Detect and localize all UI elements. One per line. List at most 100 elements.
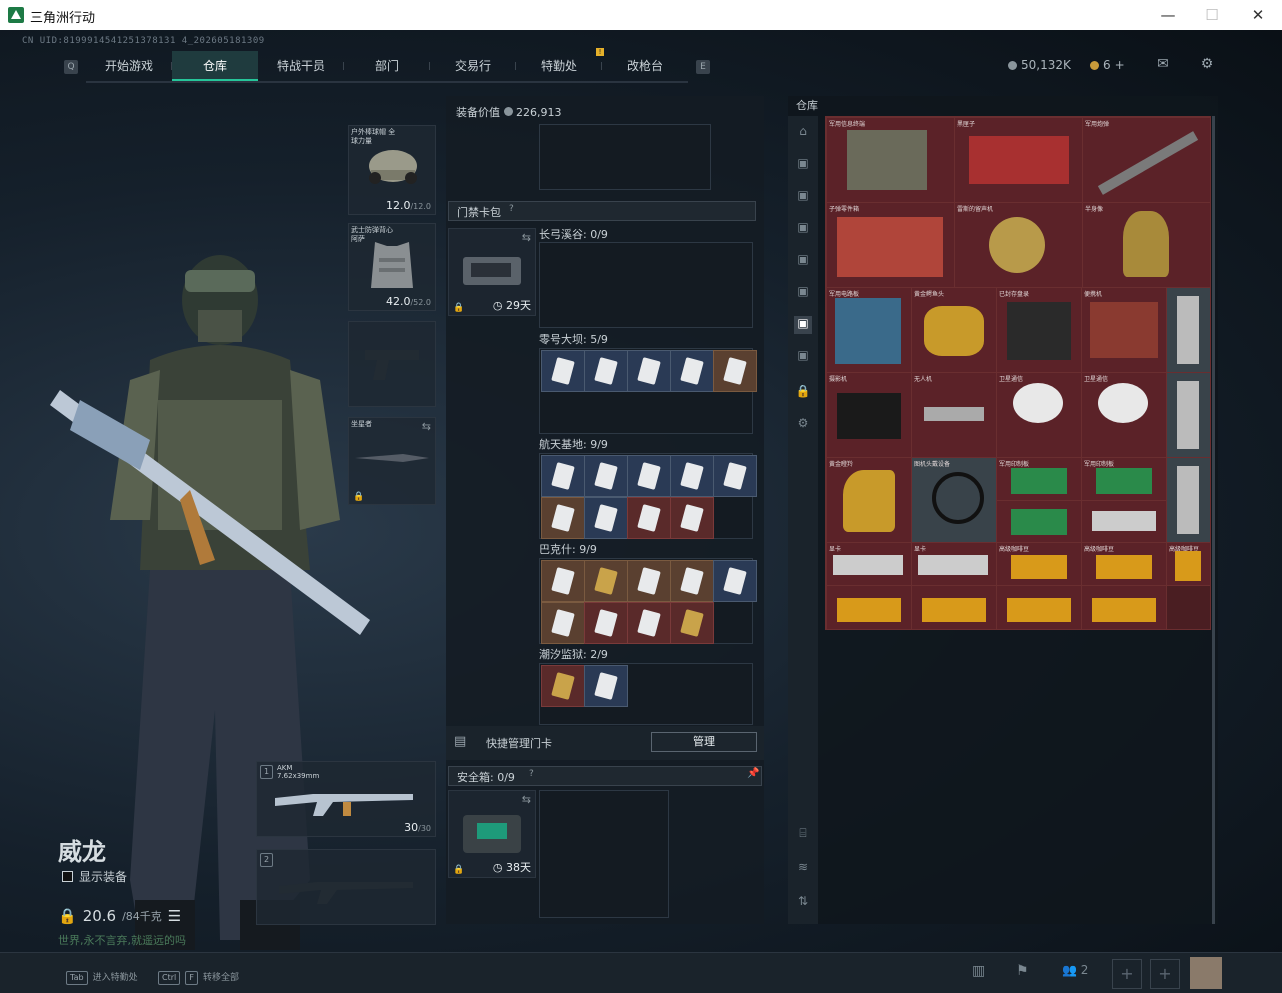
armor-slot[interactable]: 武士防弹背心 阿萨 42.0/52.0 bbox=[348, 223, 436, 311]
keycard-grid-dam[interactable] bbox=[539, 348, 757, 434]
warehouse-item[interactable]: 黑匣子 bbox=[954, 117, 1083, 203]
nav-prev-key[interactable]: Q bbox=[64, 60, 78, 74]
keycard-item[interactable] bbox=[584, 455, 628, 497]
warehouse-item[interactable] bbox=[996, 585, 1082, 630]
category-icon[interactable]: ▣ bbox=[794, 252, 812, 270]
keycard-item[interactable] bbox=[670, 497, 714, 539]
swap-icon[interactable]: ⇆ bbox=[522, 793, 531, 806]
warehouse-scrollbar[interactable] bbox=[1212, 116, 1215, 924]
pistol-slot[interactable] bbox=[348, 321, 436, 407]
tidy-icon[interactable]: ⇅ bbox=[794, 894, 812, 912]
nav-next-key[interactable]: E bbox=[696, 60, 710, 74]
keycard-item[interactable] bbox=[541, 602, 585, 644]
melee-slot[interactable]: 坐星者 ⇆ 🔒 bbox=[348, 417, 436, 505]
hint-enter-special-ops[interactable]: Tab 进入特勤处 bbox=[66, 965, 138, 985]
keycard-item[interactable] bbox=[541, 455, 585, 497]
keycard-grid-valley[interactable] bbox=[539, 242, 753, 328]
warehouse-item[interactable] bbox=[1166, 287, 1211, 373]
minimize-button[interactable]: — bbox=[1153, 4, 1183, 26]
warehouse-item[interactable] bbox=[826, 585, 912, 630]
keycard-item[interactable] bbox=[541, 560, 585, 602]
warehouse-item[interactable]: 卫星通信 bbox=[996, 372, 1082, 458]
warehouse-item[interactable]: 黄金瞪羚 bbox=[826, 457, 912, 543]
warehouse-item[interactable]: 高级咖啡豆 bbox=[1081, 542, 1167, 586]
keycard-grid-spacebase[interactable] bbox=[539, 453, 757, 539]
settings-gear-icon[interactable]: ⚙ bbox=[1198, 56, 1216, 72]
keycard-item[interactable] bbox=[627, 602, 671, 644]
keycard-item[interactable] bbox=[627, 455, 671, 497]
warehouse-item[interactable]: 已封存盘录 bbox=[996, 287, 1082, 373]
tab-warehouse[interactable]: 仓库 bbox=[172, 51, 258, 81]
warehouse-item[interactable]: 军用炮弹 bbox=[1082, 117, 1211, 203]
squad-icon[interactable]: 👥 2 bbox=[1062, 963, 1088, 977]
keycard-grid-bakhsh[interactable] bbox=[539, 558, 757, 644]
warehouse-item[interactable]: 军用信息终端 bbox=[826, 117, 955, 203]
warehouse-item[interactable]: 军用印制板 bbox=[996, 457, 1082, 501]
keycard-item[interactable] bbox=[627, 497, 671, 539]
warehouse-item[interactable]: 雷斯的留声机 bbox=[954, 202, 1083, 288]
keycard-item[interactable] bbox=[713, 560, 757, 602]
sort-icon[interactable]: ⌸ bbox=[794, 826, 812, 844]
category-icon[interactable]: ▣ bbox=[794, 220, 812, 238]
keycard-item[interactable] bbox=[713, 455, 757, 497]
warehouse-item[interactable]: 高级咖啡豆 bbox=[996, 542, 1082, 586]
manage-button[interactable]: 管理 bbox=[651, 732, 757, 752]
avatar[interactable] bbox=[1190, 957, 1222, 989]
keycard-item[interactable] bbox=[627, 350, 671, 392]
warehouse-item[interactable]: 子弹零件箱 bbox=[826, 202, 955, 288]
warehouse-item[interactable]: 摄影机 bbox=[826, 372, 912, 458]
warehouse-item[interactable]: 军用电路板 bbox=[826, 287, 912, 373]
keycard-item[interactable] bbox=[541, 350, 585, 392]
warehouse-item[interactable] bbox=[1081, 500, 1167, 543]
keycard-item[interactable] bbox=[627, 560, 671, 602]
lock-icon[interactable]: 🔒 bbox=[794, 384, 812, 402]
warehouse-item[interactable]: 无人机 bbox=[911, 372, 997, 458]
category-icon[interactable]: ▣ bbox=[794, 348, 812, 366]
warehouse-item[interactable] bbox=[1166, 457, 1211, 543]
flag-icon[interactable]: ⚑ bbox=[1016, 963, 1029, 979]
keycard-item[interactable] bbox=[584, 350, 628, 392]
category-icon[interactable]: ▣ bbox=[794, 188, 812, 206]
keycard-item[interactable] bbox=[584, 497, 628, 539]
add-teammate-button[interactable]: + bbox=[1150, 959, 1180, 989]
warehouse-item[interactable]: 显卡 bbox=[826, 542, 912, 586]
warehouse-item-grid[interactable]: 军用信息终端 黑匣子 军用炮弹 子弹零件箱 雷斯的留声机 半身像 军用电路板 黄… bbox=[825, 116, 1211, 630]
close-button[interactable]: ✕ bbox=[1243, 4, 1273, 26]
swap-icon[interactable]: ⇆ bbox=[522, 231, 531, 244]
primary-weapon-slot[interactable]: 1 AKM 7.62x39mm 30/30 bbox=[256, 761, 436, 837]
swap-icon[interactable]: ⇆ bbox=[422, 420, 431, 433]
tab-special-ops[interactable]: 特勤处 bbox=[516, 51, 602, 81]
warehouse-item[interactable]: 军用印制板 bbox=[1081, 457, 1167, 501]
hint-transfer-all[interactable]: Ctrl F 转移全部 bbox=[158, 965, 239, 985]
help-icon[interactable]: ? bbox=[509, 204, 514, 214]
warehouse-item[interactable]: 黄金鳄鱼头 bbox=[911, 287, 997, 373]
category-icon[interactable]: ▣ bbox=[794, 156, 812, 174]
keycard-item[interactable] bbox=[670, 455, 714, 497]
keycard-item[interactable] bbox=[670, 560, 714, 602]
secondary-weapon-slot[interactable]: 2 bbox=[256, 849, 436, 925]
warehouse-item[interactable] bbox=[911, 585, 997, 630]
safe-box-grid[interactable] bbox=[539, 790, 669, 918]
helmet-slot[interactable]: 户外棒球帽 全球力量 12.0/12.0 bbox=[348, 125, 436, 215]
keycard-item[interactable] bbox=[541, 497, 585, 539]
checkbox[interactable] bbox=[62, 871, 73, 882]
tab-trading[interactable]: 交易行 bbox=[430, 51, 516, 81]
warehouse-item[interactable]: 半身像 bbox=[1082, 202, 1211, 288]
tab-operators[interactable]: 特战干员 bbox=[258, 51, 344, 81]
category-icon-selected[interactable]: ▣ bbox=[794, 316, 812, 334]
warehouse-item[interactable] bbox=[1081, 585, 1167, 630]
keycard-item[interactable] bbox=[670, 350, 714, 392]
warehouse-item[interactable]: 显卡 bbox=[911, 542, 997, 586]
add-teammate-button[interactable]: + bbox=[1112, 959, 1142, 989]
keycard-grid-prison[interactable] bbox=[539, 663, 753, 725]
help-icon[interactable]: ? bbox=[529, 769, 534, 779]
keycard-item[interactable] bbox=[541, 665, 585, 707]
add-currency-button[interactable]: + bbox=[1115, 58, 1125, 72]
maximize-button[interactable]: ☐ bbox=[1197, 4, 1227, 26]
stats-icon[interactable]: ▥ bbox=[972, 963, 985, 979]
warehouse-item[interactable] bbox=[1166, 372, 1211, 458]
all-items-icon[interactable]: ⌂ bbox=[794, 124, 812, 142]
tab-department[interactable]: 部门 bbox=[344, 51, 430, 81]
container-grid[interactable] bbox=[539, 124, 711, 190]
keycard-item[interactable] bbox=[670, 602, 714, 644]
